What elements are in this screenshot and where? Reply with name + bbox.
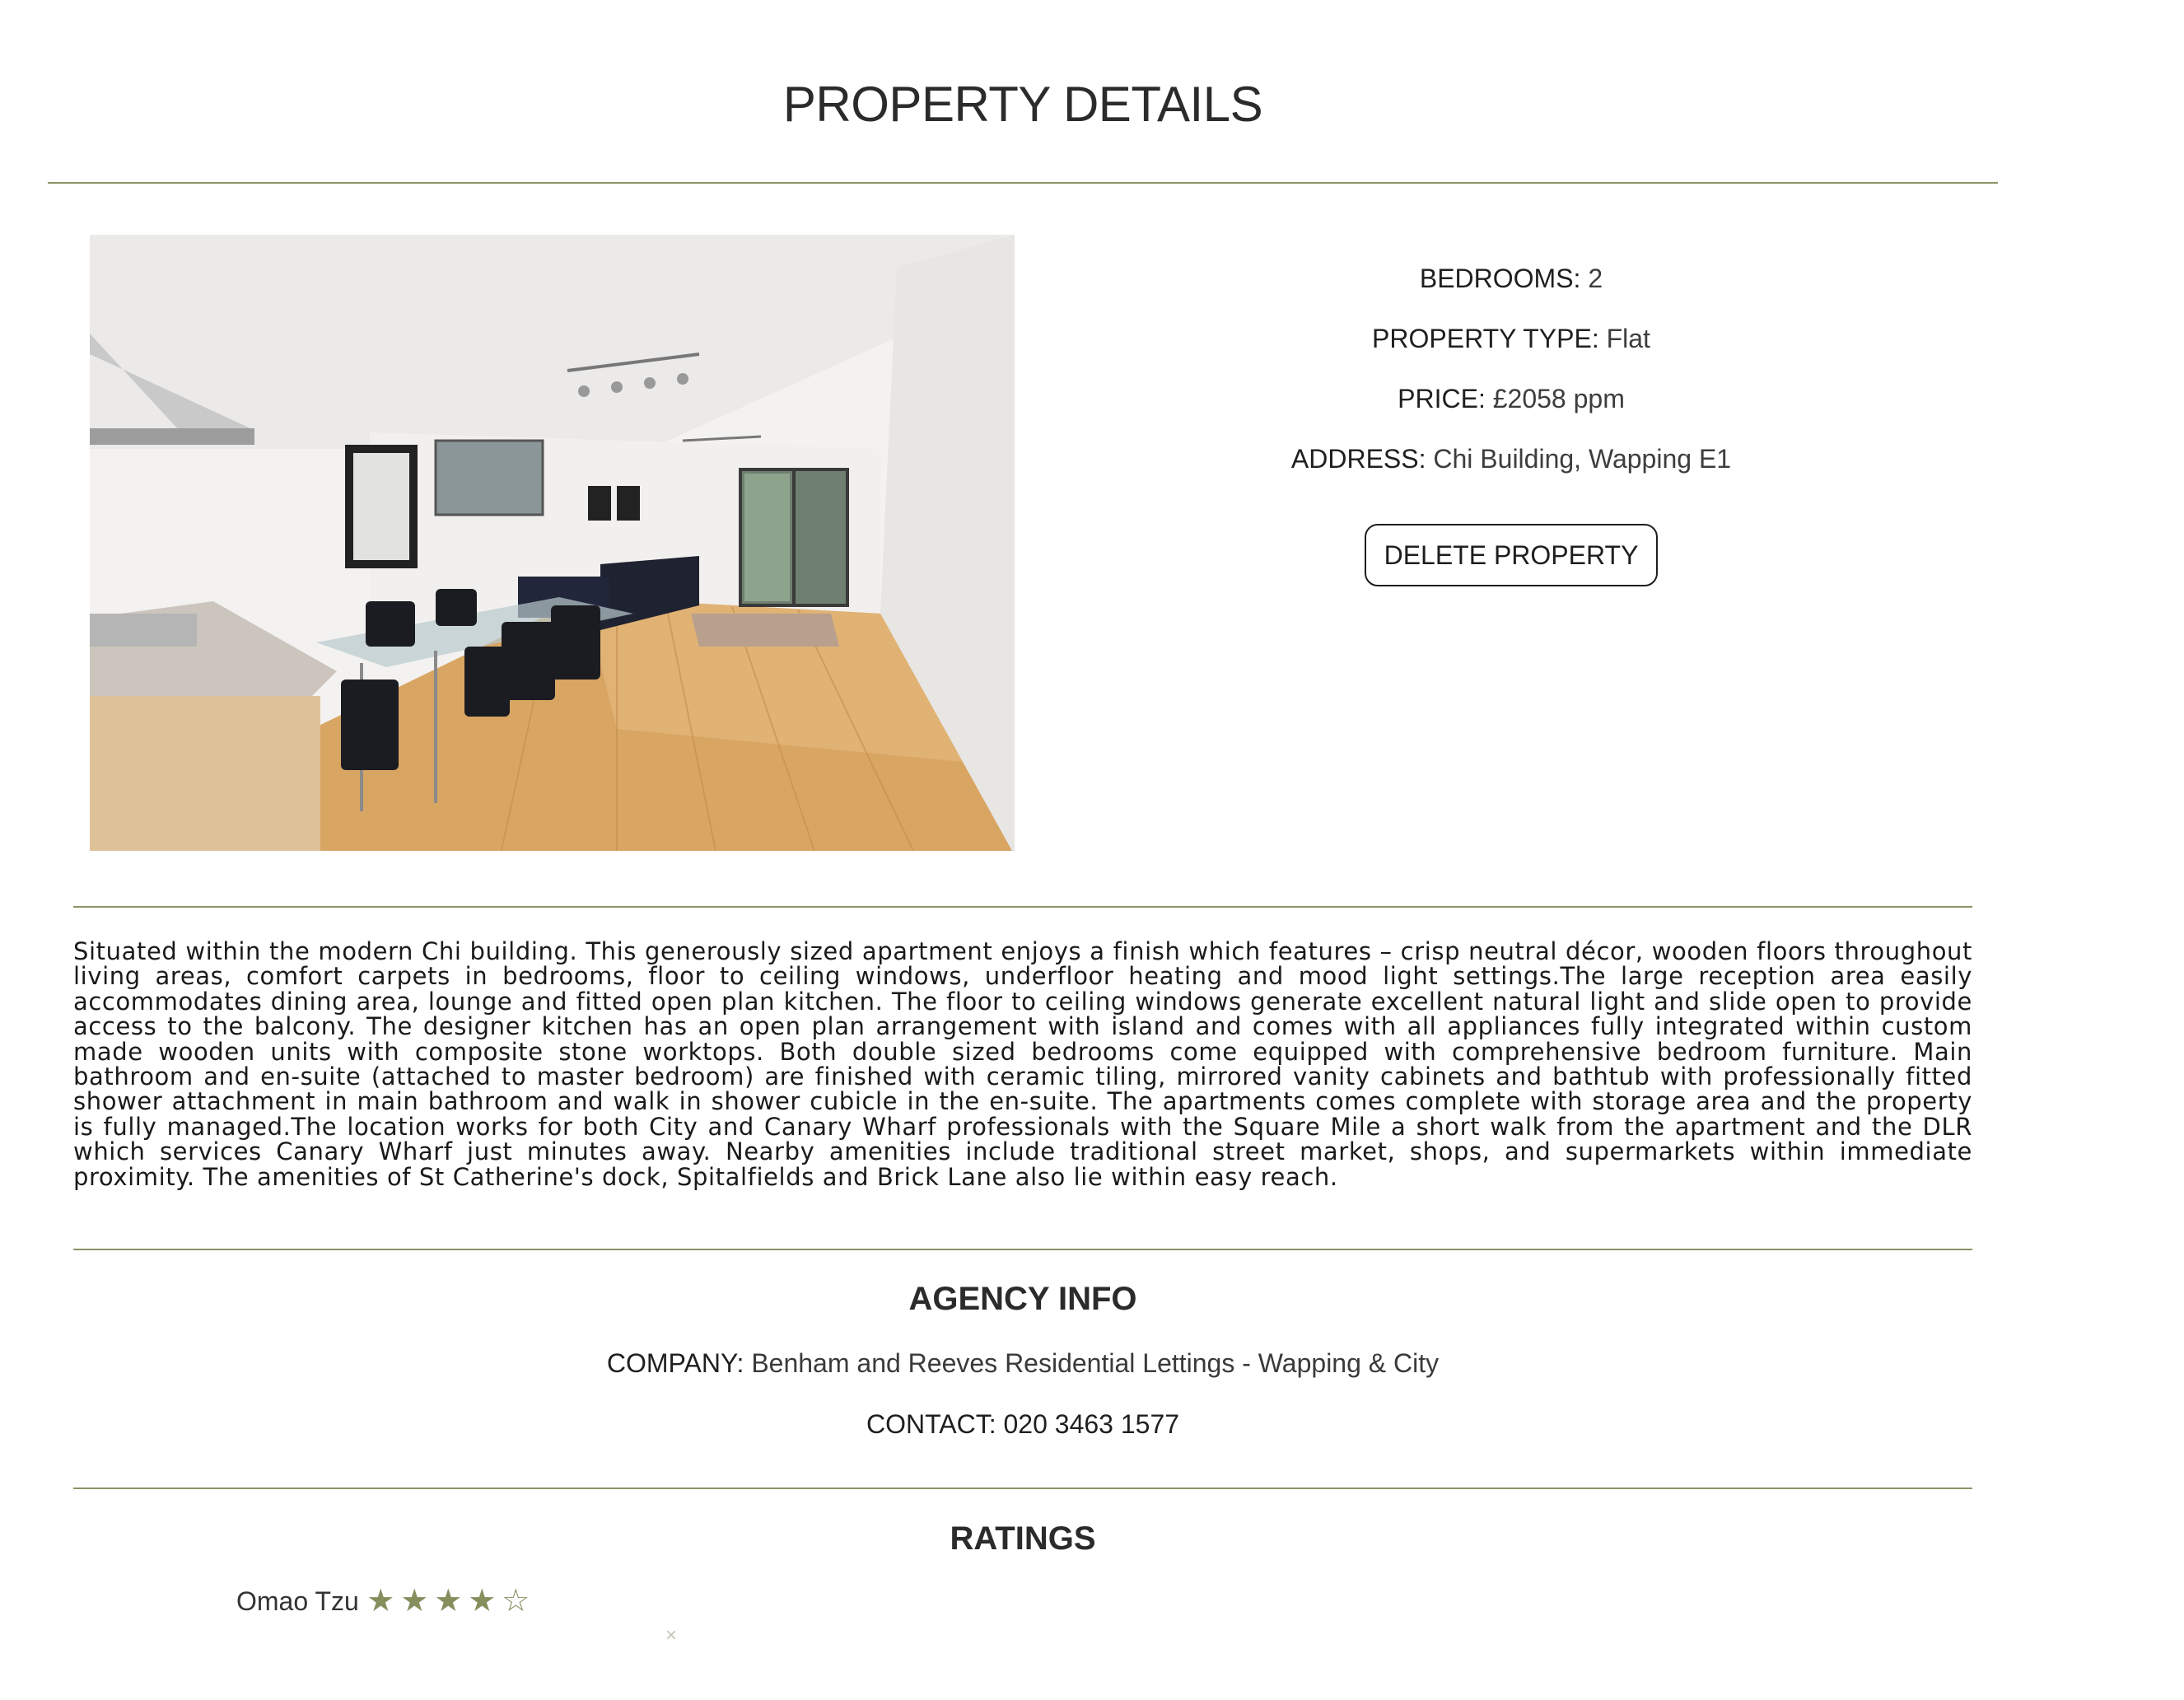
price-value: £2058 ppm	[1492, 384, 1625, 413]
price-label: PRICE:	[1398, 384, 1486, 413]
star-empty-icon: ☆	[502, 1584, 530, 1618]
price-row: PRICE: £2058 ppm	[1194, 382, 1828, 442]
star-rating: ★ ★ ★ ★ ☆	[364, 1585, 533, 1618]
star-filled-icon: ★	[400, 1584, 429, 1618]
company-value: Benham and Reeves Residential Lettings -…	[751, 1348, 1440, 1378]
contact-label: CONTACT:	[866, 1409, 996, 1439]
star-filled-icon: ★	[434, 1584, 463, 1618]
bedrooms-label: BEDROOMS:	[1419, 264, 1581, 293]
address-label: ADDRESS:	[1290, 444, 1426, 474]
divider	[48, 182, 1998, 184]
apartment-photo-illustration	[90, 235, 1015, 851]
star-filled-icon: ★	[468, 1584, 497, 1618]
divider	[73, 1249, 1972, 1250]
property-type-row: PROPERTY TYPE: Flat	[1194, 322, 1828, 382]
bedrooms-value: 2	[1588, 264, 1603, 293]
divider	[73, 906, 1972, 908]
rating-item: Omao Tzu ★ ★ ★ ★ ☆	[236, 1585, 533, 1618]
divider	[73, 1488, 1972, 1489]
remove-rating-icon[interactable]: ×	[665, 1624, 677, 1647]
company-label: COMPANY:	[606, 1348, 744, 1378]
contact-value: 020 3463 1577	[1003, 1409, 1180, 1439]
rater-name: Omao Tzu	[236, 1586, 359, 1616]
delete-property-button[interactable]: DELETE PROPERTY	[1364, 524, 1659, 586]
property-type-label: PROPERTY TYPE:	[1372, 324, 1599, 353]
company-row: COMPANY: Benham and Reeves Residential L…	[0, 1348, 2046, 1379]
agency-info-heading: AGENCY INFO	[908, 1281, 1137, 1317]
address-value: Chi Building, Wapping E1	[1433, 444, 1732, 474]
bedrooms-row: BEDROOMS: 2	[1194, 262, 1828, 322]
star-filled-icon: ★	[366, 1584, 395, 1618]
property-description: Situated within the modern Chi building.…	[73, 937, 1972, 1191]
property-type-value: Flat	[1606, 324, 1650, 353]
contact-row: CONTACT: 020 3463 1577	[0, 1409, 2046, 1440]
address-row: ADDRESS: Chi Building, Wapping E1	[1194, 442, 1828, 502]
property-details: BEDROOMS: 2 PROPERTY TYPE: Flat PRICE: £…	[1194, 262, 1828, 586]
page-title: PROPERTY DETAILS	[782, 77, 1263, 132]
property-photo	[90, 235, 1015, 851]
ratings-heading: RATINGS	[950, 1520, 1096, 1557]
